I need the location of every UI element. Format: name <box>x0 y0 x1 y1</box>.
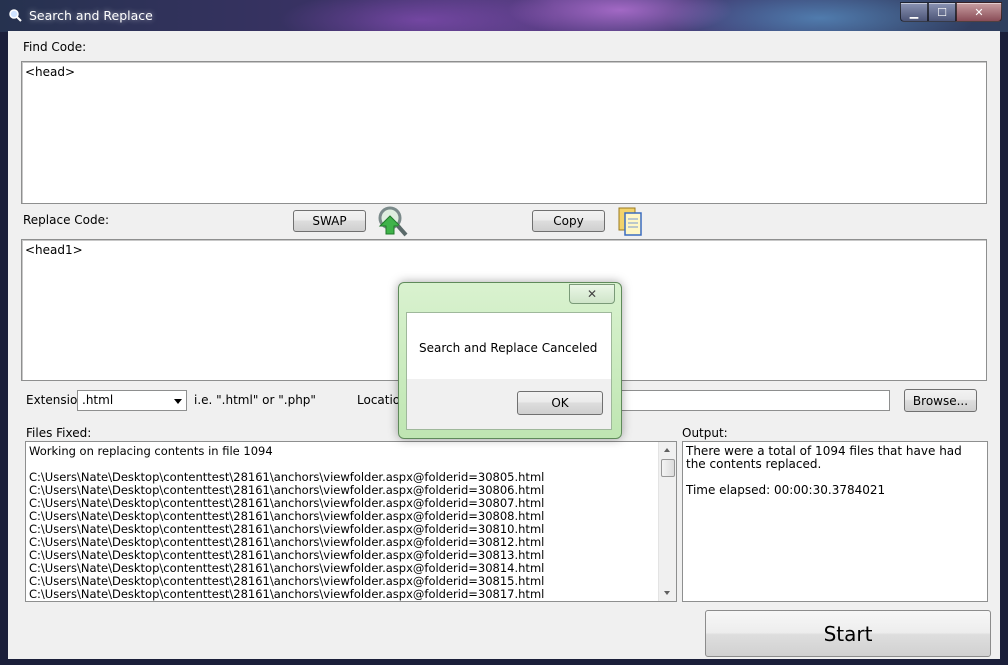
output-time-elapsed: Time elapsed: 00:00:30.3784021 <box>686 483 886 497</box>
output-box[interactable]: There were a total of 1094 files that ha… <box>682 441 988 602</box>
scroll-down-icon[interactable] <box>664 591 670 595</box>
find-code-label: Find Code: <box>23 40 87 54</box>
files-fixed-label: Files Fixed: <box>26 426 92 440</box>
chevron-down-icon <box>174 399 182 404</box>
dialog-message: Search and Replace Canceled <box>419 341 598 355</box>
extension-hint: i.e. ".html" or ".php" <box>194 393 316 407</box>
dialog-close-button[interactable]: ✕ <box>569 284 615 304</box>
dialog-footer: OK <box>407 379 611 429</box>
start-button[interactable]: Start <box>705 610 991 657</box>
list-item: Working on replacing contents in file 10… <box>29 444 273 458</box>
scroll-up-icon[interactable] <box>664 448 670 452</box>
extension-select[interactable]: .html <box>77 390 187 411</box>
browse-button[interactable]: Browse... <box>904 389 977 412</box>
list-item: C:\Users\Nate\Desktop\contenttest\28161\… <box>29 587 545 601</box>
magnifier-icon <box>9 9 22 22</box>
minimize-button[interactable]: ▁ <box>900 2 928 22</box>
dialog-body: Search and Replace Canceled OK <box>406 312 612 430</box>
window-title: Search and Replace <box>29 8 153 23</box>
maximize-button[interactable]: ☐ <box>928 2 956 22</box>
window-controls: ▁ ☐ ✕ <box>900 2 1002 22</box>
scroll-thumb[interactable] <box>661 459 675 477</box>
output-summary: There were a total of 1094 files that ha… <box>686 444 962 471</box>
extension-value: .html <box>82 393 114 407</box>
files-fixed-list[interactable]: Working on replacing contents in file 10… <box>25 441 677 602</box>
copy-button[interactable]: Copy <box>532 210 605 232</box>
cancel-dialog: ✕ Search and Replace Canceled OK <box>398 282 622 439</box>
title-bar: Search and Replace ▁ ☐ ✕ <box>0 0 1008 32</box>
find-code-textarea[interactable]: <head> <box>21 61 987 204</box>
files-fixed-scrollbar[interactable] <box>658 442 676 601</box>
ok-button[interactable]: OK <box>517 391 603 415</box>
swap-button[interactable]: SWAP <box>293 210 366 232</box>
close-button[interactable]: ✕ <box>956 2 1002 22</box>
output-label: Output: <box>682 426 728 440</box>
swap-arrows-icon[interactable] <box>374 204 408 238</box>
clipboard-icon[interactable] <box>616 205 644 237</box>
replace-code-label: Replace Code: <box>23 213 110 227</box>
